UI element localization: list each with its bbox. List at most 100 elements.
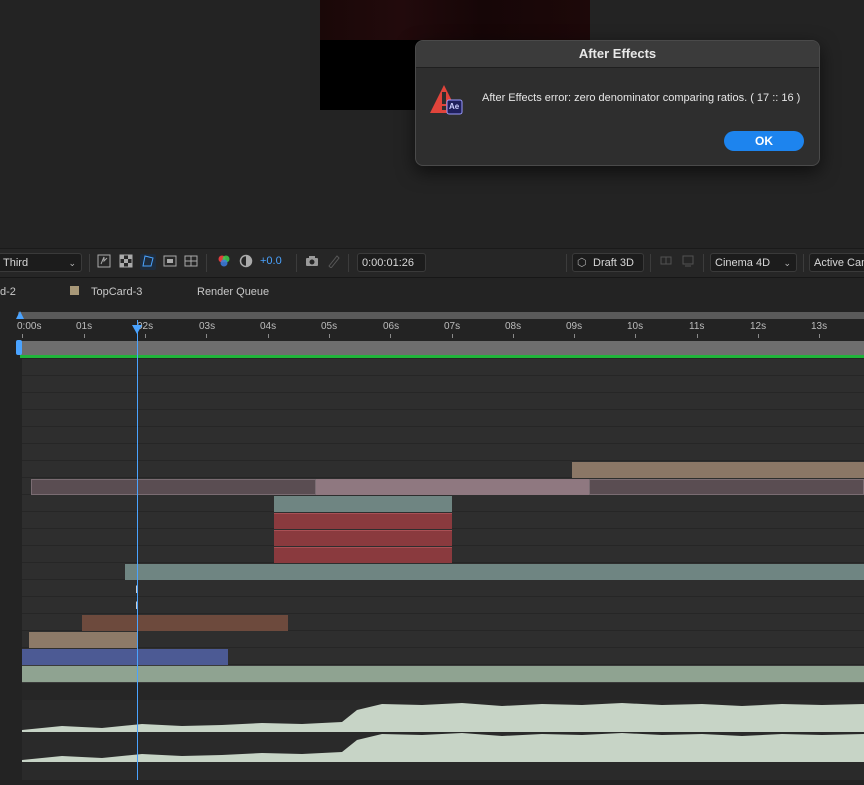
dialog-title: After Effects bbox=[416, 41, 819, 68]
draft-3d-label: Draft 3D bbox=[593, 257, 634, 269]
snapshot-icon[interactable] bbox=[304, 254, 320, 270]
ruler-tick bbox=[697, 334, 698, 338]
layer-track[interactable] bbox=[22, 376, 864, 393]
layer-bar[interactable] bbox=[589, 479, 864, 495]
label-color-swatch bbox=[70, 286, 79, 295]
region-of-interest-icon[interactable] bbox=[162, 254, 178, 270]
layer-bar[interactable] bbox=[572, 462, 864, 478]
viewer-toolbar: Third ⌄ +0.0 0:00:01:26 ⬡ Draft 3D Cinem… bbox=[0, 248, 864, 277]
view-select-label: Third bbox=[3, 257, 29, 269]
layer-switches-edge bbox=[0, 358, 18, 780]
playhead-handle[interactable] bbox=[132, 325, 142, 334]
grid-guides-icon[interactable] bbox=[184, 254, 200, 270]
ruler-tick bbox=[758, 334, 759, 338]
camera-select[interactable]: Active Camera bbox=[809, 253, 864, 272]
work-area-start-handle[interactable] bbox=[16, 340, 22, 355]
layer-bar[interactable] bbox=[82, 615, 288, 631]
divider bbox=[348, 254, 349, 272]
ground-plane-icon[interactable] bbox=[680, 254, 696, 270]
ruler-tick bbox=[84, 334, 85, 338]
layer-bar[interactable] bbox=[125, 564, 864, 580]
renderer-select[interactable]: Cinema 4D ⌄ bbox=[710, 253, 797, 272]
divider bbox=[703, 254, 704, 272]
divider bbox=[89, 254, 90, 272]
error-dialog: After Effects Ae After Effects error: ze… bbox=[415, 40, 820, 166]
view-select[interactable]: Third ⌄ bbox=[0, 253, 82, 272]
divider bbox=[566, 254, 567, 272]
ruler-tick-label: 0:00s bbox=[17, 321, 42, 332]
ruler-tick-label: 07s bbox=[444, 321, 461, 332]
divider bbox=[296, 254, 297, 272]
layer-track[interactable] bbox=[22, 631, 864, 648]
layer-bar[interactable] bbox=[22, 649, 228, 665]
fast-previews-icon[interactable] bbox=[96, 254, 112, 270]
ruler-tick bbox=[329, 334, 330, 338]
ruler-tick-label: 03s bbox=[199, 321, 216, 332]
layer-bar[interactable] bbox=[274, 496, 452, 512]
layer-bar[interactable] bbox=[316, 479, 589, 495]
ruler-tick bbox=[268, 334, 269, 338]
tab-render-queue[interactable]: Render Queue bbox=[197, 286, 269, 298]
composition-tabs: d-2 TopCard-3 Render Queue bbox=[0, 277, 864, 311]
ruler-tick-label: 12s bbox=[750, 321, 767, 332]
layer-bar[interactable] bbox=[22, 666, 864, 682]
layer-track[interactable] bbox=[22, 427, 864, 444]
ruler-tick-label: 05s bbox=[321, 321, 338, 332]
ruler-tick bbox=[819, 334, 820, 338]
playhead-line[interactable] bbox=[137, 320, 138, 780]
layer-track[interactable] bbox=[22, 410, 864, 427]
ruler-tick bbox=[145, 334, 146, 338]
show-snapshot-icon[interactable] bbox=[326, 254, 342, 270]
tab-topcard-3[interactable]: TopCard-3 bbox=[91, 286, 142, 298]
ruler-tick bbox=[452, 334, 453, 338]
navigator-start-handle[interactable] bbox=[16, 311, 24, 319]
layer-bar[interactable] bbox=[274, 547, 452, 563]
ruler-tick-label: 09s bbox=[566, 321, 583, 332]
layer-bar[interactable] bbox=[274, 530, 452, 546]
ok-button[interactable]: OK bbox=[724, 131, 804, 151]
ruler-tick-label: 10s bbox=[627, 321, 644, 332]
ruler-tick-label: 01s bbox=[76, 321, 93, 332]
extended-viewer-icon[interactable] bbox=[658, 254, 674, 270]
draft-3d-toggle[interactable]: ⬡ Draft 3D bbox=[572, 253, 644, 272]
renderer-select-label: Cinema 4D bbox=[715, 257, 771, 269]
divider bbox=[650, 254, 651, 272]
ruler-tick-label: 11s bbox=[689, 321, 705, 332]
divider bbox=[803, 254, 804, 272]
exposure-value[interactable]: +0.0 bbox=[260, 255, 282, 267]
mask-visibility-icon[interactable] bbox=[140, 254, 156, 270]
ruler-tick bbox=[22, 334, 23, 338]
tab-comp-2[interactable]: d-2 bbox=[0, 286, 16, 298]
layer-track[interactable] bbox=[22, 580, 864, 597]
warning-icon: Ae bbox=[430, 83, 464, 117]
layer-track[interactable] bbox=[22, 597, 864, 614]
cube-icon: ⬡ bbox=[577, 257, 587, 269]
ruler-tick-label: 13s bbox=[811, 321, 828, 332]
chevron-down-icon: ⌄ bbox=[68, 258, 76, 268]
layer-track[interactable] bbox=[22, 393, 864, 410]
time-navigator[interactable] bbox=[18, 312, 864, 319]
ruler-tick bbox=[635, 334, 636, 338]
ruler-tick bbox=[574, 334, 575, 338]
dialog-message: After Effects error: zero denominator co… bbox=[482, 92, 801, 104]
ruler-tick-label: 08s bbox=[505, 321, 522, 332]
work-area-bar[interactable] bbox=[18, 341, 864, 355]
ruler-tick bbox=[206, 334, 207, 338]
layer-bar[interactable] bbox=[31, 479, 316, 495]
preview-frame bbox=[320, 0, 590, 40]
transparency-grid-icon[interactable] bbox=[118, 254, 134, 270]
reset-exposure-icon[interactable] bbox=[238, 254, 254, 270]
channels-icon[interactable] bbox=[216, 254, 232, 270]
layer-track[interactable] bbox=[22, 359, 864, 376]
layer-track[interactable] bbox=[22, 683, 864, 700]
audio-waveform[interactable] bbox=[22, 700, 864, 780]
timecode-field[interactable]: 0:00:01:26 bbox=[357, 253, 426, 272]
layer-track[interactable] bbox=[22, 444, 864, 461]
ae-badge: Ae bbox=[449, 102, 460, 111]
layer-bar[interactable] bbox=[29, 632, 137, 648]
ruler-tick-label: 06s bbox=[383, 321, 400, 332]
ruler-tick bbox=[513, 334, 514, 338]
ruler-tick-label: 04s bbox=[260, 321, 277, 332]
divider bbox=[206, 254, 207, 272]
layer-bar[interactable] bbox=[274, 513, 452, 529]
